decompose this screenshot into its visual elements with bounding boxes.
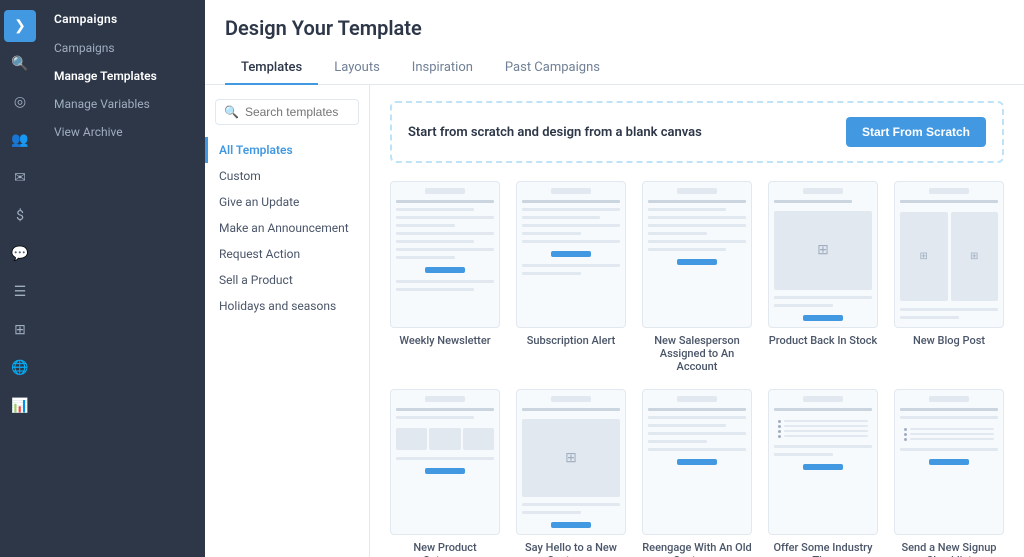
template-name-new-blog: New Blog Post (913, 334, 985, 347)
template-thumb-new-salesperson (642, 181, 752, 328)
start-from-scratch-button[interactable]: Start From Scratch (846, 117, 986, 147)
template-name-subscription-alert: Subscription Alert (527, 334, 616, 347)
hello-image-placeholder: ⊞ (522, 419, 620, 498)
nav-icon-people[interactable]: 👥 (4, 124, 36, 156)
nav-icon-chat[interactable]: 💬 (4, 238, 36, 270)
nav-icon-dollar[interactable]: $ (4, 200, 36, 232)
filter-request-action[interactable]: Request Action (205, 241, 369, 267)
sidebar-section-campaigns: Campaigns (40, 0, 205, 34)
filter-holidays[interactable]: Holidays and seasons (205, 293, 369, 319)
main-header: Design Your Template Templates Layouts I… (205, 0, 1024, 85)
sidebar-item-view-archive[interactable]: View Archive (40, 118, 205, 146)
template-name-industry-tips: Offer Some Industry Tips (768, 541, 878, 557)
main-content: Design Your Template Templates Layouts I… (205, 0, 1024, 557)
filter-announcement[interactable]: Make an Announcement (205, 215, 369, 241)
template-name-signup-checklist: Send a New Signup Checklist (894, 541, 1004, 557)
filter-all-templates[interactable]: All Templates (205, 137, 369, 163)
tab-templates[interactable]: Templates (225, 52, 318, 85)
template-card-new-product-category[interactable]: New Product Category (390, 389, 500, 557)
template-thumb-industry-tips (768, 389, 878, 536)
tab-bar: Templates Layouts Inspiration Past Campa… (225, 52, 1004, 84)
tab-past-campaigns[interactable]: Past Campaigns (489, 52, 616, 85)
template-name-product-back: Product Back In Stock (769, 334, 877, 347)
template-thumb-say-hello: ⊞ (516, 389, 626, 536)
sidebar: Campaigns Campaigns Manage Templates Man… (40, 0, 205, 557)
template-thumb-new-product-category (390, 389, 500, 536)
sidebar-item-manage-variables[interactable]: Manage Variables (40, 90, 205, 118)
template-card-weekly-newsletter[interactable]: Weekly Newsletter (390, 181, 500, 373)
nav-icon-grid[interactable]: ⊞ (4, 314, 36, 346)
nav-icon-list[interactable]: ☰ (4, 276, 36, 308)
nav-icon-campaigns[interactable]: ❯ (4, 10, 36, 42)
template-thumb-product-back: ⊞ (768, 181, 878, 328)
icon-nav: ❯ 🔍 ◎ 👥 ✉ $ 💬 ☰ ⊞ 🌐 📊 (0, 0, 40, 557)
template-name-new-product-category: New Product Category (390, 541, 500, 557)
content-wrapper: 🔍 All Templates Custom Give an Update Ma… (205, 85, 1024, 557)
search-box[interactable]: 🔍 (215, 99, 359, 125)
tab-inspiration[interactable]: Inspiration (396, 52, 489, 85)
template-grid-area: Start from scratch and design from a bla… (370, 85, 1024, 557)
template-card-signup-checklist[interactable]: Send a New Signup Checklist (894, 389, 1004, 557)
template-card-subscription-alert[interactable]: Subscription Alert (516, 181, 626, 373)
product-image-placeholder: ⊞ (774, 211, 872, 290)
scratch-banner: Start from scratch and design from a bla… (390, 101, 1004, 163)
template-thumb-subscription-alert (516, 181, 626, 328)
template-card-industry-tips[interactable]: Offer Some Industry Tips (768, 389, 878, 557)
template-card-new-salesperson[interactable]: New Salesperson Assigned to An Account (642, 181, 752, 373)
template-thumb-weekly-newsletter (390, 181, 500, 328)
page-title: Design Your Template (225, 16, 1004, 40)
template-grid: Weekly Newsletter (390, 181, 1004, 557)
filter-sell-product[interactable]: Sell a Product (205, 267, 369, 293)
filter-sidebar: 🔍 All Templates Custom Give an Update Ma… (205, 85, 370, 557)
search-icon: 🔍 (224, 105, 239, 119)
nav-icon-location[interactable]: ◎ (4, 86, 36, 118)
nav-icon-search[interactable]: 🔍 (4, 48, 36, 80)
template-name-weekly-newsletter: Weekly Newsletter (399, 334, 490, 347)
nav-icon-mail[interactable]: ✉ (4, 162, 36, 194)
template-card-reengage[interactable]: Reengage With An Old Customer (642, 389, 752, 557)
sidebar-item-manage-templates[interactable]: Manage Templates (40, 62, 205, 90)
template-card-product-back[interactable]: ⊞ Product Back In Stock (768, 181, 878, 373)
search-input[interactable] (245, 105, 350, 119)
template-name-reengage: Reengage With An Old Customer (642, 541, 752, 557)
nav-icon-globe[interactable]: 🌐 (4, 352, 36, 384)
template-name-new-salesperson: New Salesperson Assigned to An Account (642, 334, 752, 373)
template-thumb-reengage (642, 389, 752, 536)
tab-layouts[interactable]: Layouts (318, 52, 396, 85)
template-card-new-blog[interactable]: ⊞ ⊞ New Blog Post (894, 181, 1004, 373)
nav-icon-chart[interactable]: 📊 (4, 390, 36, 422)
template-thumb-new-blog: ⊞ ⊞ (894, 181, 1004, 328)
template-card-say-hello[interactable]: ⊞ Say Hello to a New Customer (516, 389, 626, 557)
filter-give-update[interactable]: Give an Update (205, 189, 369, 215)
scratch-banner-text: Start from scratch and design from a bla… (408, 125, 702, 140)
template-name-say-hello: Say Hello to a New Customer (516, 541, 626, 557)
filter-custom[interactable]: Custom (205, 163, 369, 189)
sidebar-item-campaigns[interactable]: Campaigns (40, 34, 205, 62)
template-thumb-signup-checklist (894, 389, 1004, 536)
